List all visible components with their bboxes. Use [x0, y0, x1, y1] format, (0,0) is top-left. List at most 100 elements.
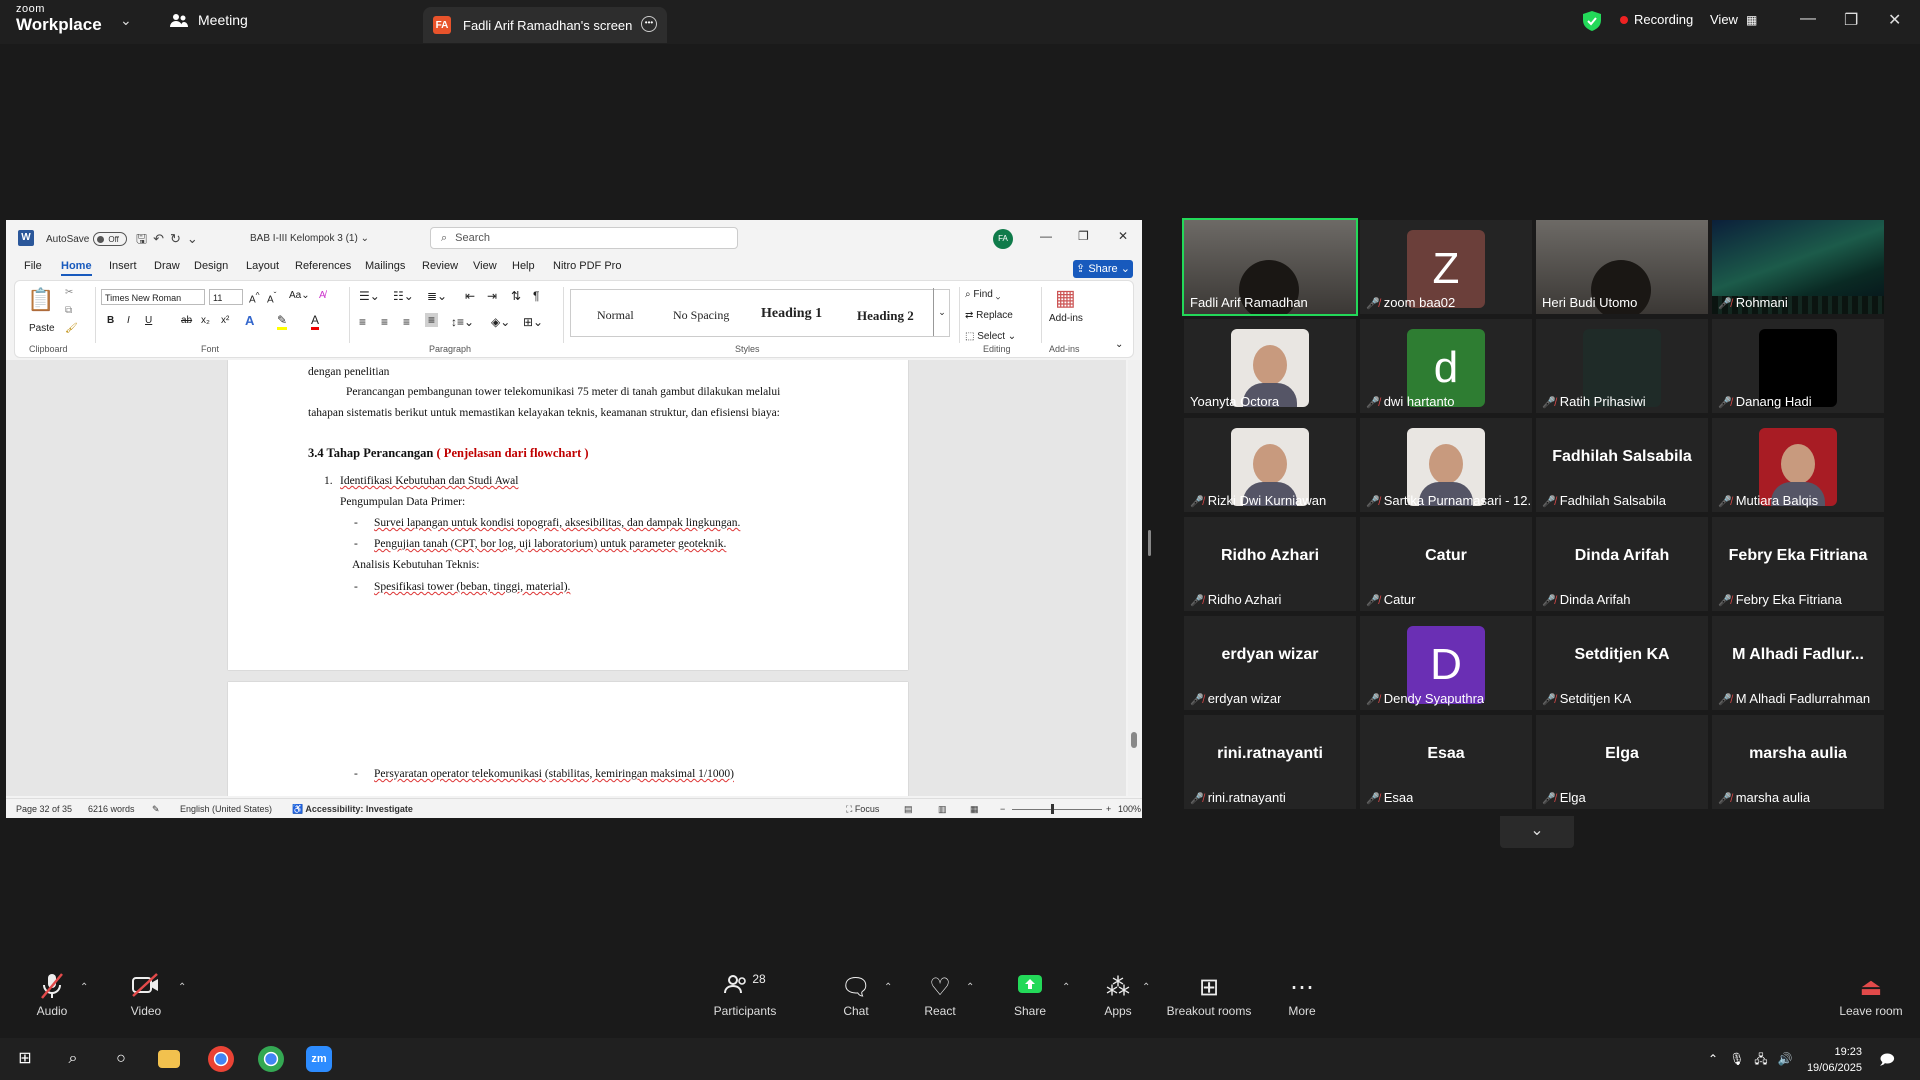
- tab-home[interactable]: Home: [61, 260, 92, 276]
- participant-tile[interactable]: rini.ratnayanti 🎤̸ rini.ratnayanti: [1184, 715, 1356, 809]
- participant-tile[interactable]: Fadhilah Salsabila 🎤̸ Fadhilah Salsabila: [1536, 418, 1708, 512]
- chat-button[interactable]: 🗨 Chat: [834, 972, 878, 1018]
- select-button[interactable]: ⬚ Select ⌄: [965, 331, 1016, 342]
- style-heading-1[interactable]: Heading 1: [761, 306, 822, 322]
- paste-icon[interactable]: 📋: [27, 287, 54, 313]
- save-icon[interactable]: 🖫: [136, 231, 153, 246]
- multilevel-list-icon[interactable]: ≣⌄: [427, 289, 447, 303]
- align-center-icon[interactable]: ≡: [381, 315, 388, 329]
- close-icon[interactable]: ✕: [1888, 10, 1901, 30]
- tab-design[interactable]: Design: [194, 260, 228, 272]
- autosave-switch[interactable]: Off: [93, 232, 128, 246]
- network-icon[interactable]: 🖧: [1748, 1046, 1774, 1072]
- search-icon[interactable]: ⌕: [60, 1046, 86, 1072]
- sort-icon[interactable]: ⇅: [511, 289, 521, 303]
- minimize-icon[interactable]: —: [1800, 10, 1816, 28]
- view-button[interactable]: View ▦: [1710, 12, 1757, 27]
- participant-tile[interactable]: Yoanyta Octora: [1184, 319, 1356, 413]
- autosave-toggle[interactable]: AutoSave Off: [46, 232, 128, 246]
- video-button[interactable]: Video: [124, 972, 168, 1018]
- system-clock[interactable]: 19:23 19/06/2025: [1807, 1044, 1862, 1076]
- style-normal[interactable]: Normal: [597, 308, 634, 323]
- document-page[interactable]: - Persyaratan operator telekomunikasi (s…: [228, 682, 908, 796]
- subscript-icon[interactable]: x₂: [201, 315, 210, 326]
- cut-icon[interactable]: ✂: [65, 287, 73, 298]
- chevron-down-icon[interactable]: ⌄: [120, 12, 132, 29]
- grow-font-icon[interactable]: A^: [249, 290, 260, 305]
- zoom-out-icon[interactable]: −: [1000, 804, 1005, 814]
- document-page[interactable]: dengan penelitian Perancangan pembanguna…: [228, 360, 908, 670]
- bold-icon[interactable]: B: [107, 315, 114, 326]
- copy-icon[interactable]: ⧉: [65, 305, 72, 316]
- document-title[interactable]: BAB I-III Kelompok 3 (1) ⌄: [250, 233, 369, 244]
- participant-tile[interactable]: marsha aulia 🎤̸ marsha aulia: [1712, 715, 1884, 809]
- tab-nitro[interactable]: Nitro PDF Pro: [553, 260, 621, 272]
- word-count[interactable]: 6216 words: [88, 804, 135, 814]
- leave-room-button[interactable]: ⏏ Leave room: [1836, 972, 1906, 1018]
- word-minimize-icon[interactable]: —: [1040, 229, 1052, 243]
- word-restore-icon[interactable]: ❐: [1078, 229, 1089, 243]
- paste-label[interactable]: Paste: [29, 323, 55, 334]
- word-share-button[interactable]: ⇪ Share ⌄: [1073, 260, 1133, 278]
- more-options-icon[interactable]: •••: [641, 16, 657, 32]
- font-name-select[interactable]: Times New Roman: [101, 289, 205, 305]
- participant-tile[interactable]: Fadli Arif Ramadhan: [1182, 218, 1358, 316]
- superscript-icon[interactable]: x²: [221, 315, 229, 326]
- volume-icon[interactable]: 🔊: [1772, 1046, 1798, 1072]
- participant-tile[interactable]: Heri Budi Utomo: [1536, 220, 1708, 314]
- more-button[interactable]: ⋯ More: [1280, 972, 1324, 1018]
- zoom-slider[interactable]: [1012, 809, 1102, 810]
- share-options-caret-icon[interactable]: ⌃: [1062, 982, 1070, 993]
- participant-tile[interactable]: 🎤̸ Ratih Prihasiwi: [1536, 319, 1708, 413]
- tab-insert[interactable]: Insert: [109, 260, 137, 272]
- participant-tile[interactable]: 🎤̸ Rizki Dwi Kurniawan: [1184, 418, 1356, 512]
- accessibility-status[interactable]: ♿ Accessibility: Investigate: [292, 804, 413, 815]
- breakout-rooms-button[interactable]: ⊞ Breakout rooms: [1162, 972, 1256, 1018]
- font-size-select[interactable]: 11: [209, 289, 243, 305]
- react-button[interactable]: ♡ React: [918, 972, 962, 1018]
- recording-indicator[interactable]: Recording: [1620, 12, 1693, 27]
- participant-tile[interactable]: Dinda Arifah 🎤̸ Dinda Arifah: [1536, 517, 1708, 611]
- participant-tile[interactable]: Setditjen KA 🎤̸ Setditjen KA: [1536, 616, 1708, 710]
- page-count[interactable]: Page 32 of 35: [16, 804, 72, 814]
- numbering-icon[interactable]: ☷⌄: [393, 289, 414, 303]
- font-color-icon[interactable]: A: [311, 313, 320, 330]
- participants-button[interactable]: 28 Participants: [710, 972, 780, 1018]
- collapse-ribbon-icon[interactable]: ⌄: [1115, 339, 1123, 350]
- undo-icon[interactable]: ↶: [153, 231, 170, 246]
- addins-button[interactable]: Add-ins: [1049, 313, 1083, 324]
- align-left-icon[interactable]: ≡: [359, 315, 366, 329]
- tab-help[interactable]: Help: [512, 260, 535, 272]
- video-options-caret-icon[interactable]: ⌃: [178, 982, 186, 993]
- redo-icon[interactable]: ↻: [170, 231, 187, 246]
- read-mode-icon[interactable]: ▤: [904, 804, 913, 815]
- participant-tile[interactable]: M Alhadi Fadlur... 🎤̸ M Alhadi Fadlurrahma…: [1712, 616, 1884, 710]
- participant-tile[interactable]: erdyan wizar 🎤̸ erdyan wizar: [1184, 616, 1356, 710]
- security-shield-icon[interactable]: [1583, 11, 1601, 31]
- chrome-icon[interactable]: [208, 1046, 234, 1072]
- split-divider[interactable]: [1148, 530, 1151, 556]
- participant-tile[interactable]: d 🎤̸ dwi hartanto: [1360, 319, 1532, 413]
- task-view-icon[interactable]: ○: [108, 1046, 134, 1072]
- participant-tile[interactable]: Z 🎤̸ zoom baa02: [1360, 220, 1532, 314]
- justify-icon[interactable]: ≡: [425, 313, 439, 327]
- zoom-level[interactable]: 100%: [1118, 804, 1141, 814]
- restore-icon[interactable]: ❐: [1844, 10, 1858, 30]
- audio-options-caret-icon[interactable]: ⌃: [80, 982, 88, 993]
- zoom-logo[interactable]: zoom Workplace: [16, 4, 102, 34]
- vertical-scrollbar[interactable]: [1128, 360, 1140, 796]
- chrome-profile-icon[interactable]: [258, 1046, 284, 1072]
- decrease-indent-icon[interactable]: ⇤: [465, 289, 475, 303]
- participant-tile[interactable]: Esaa 🎤̸ Esaa: [1360, 715, 1532, 809]
- meeting-button[interactable]: Meeting: [170, 12, 248, 28]
- gallery-collapse-chevron-icon[interactable]: ⌄: [1500, 816, 1574, 848]
- word-search-box[interactable]: ⌕ Search: [430, 227, 738, 249]
- tray-chevron-icon[interactable]: ⌃: [1700, 1046, 1726, 1072]
- strikethrough-icon[interactable]: ab: [181, 315, 192, 326]
- web-layout-icon[interactable]: ▦: [970, 804, 979, 815]
- participant-tile[interactable]: Elga 🎤̸ Elga: [1536, 715, 1708, 809]
- zoom-in-icon[interactable]: +: [1106, 804, 1111, 814]
- align-right-icon[interactable]: ≡: [403, 315, 410, 329]
- zoom-taskbar-icon[interactable]: zm: [306, 1046, 332, 1072]
- style-no-spacing[interactable]: No Spacing: [673, 308, 729, 323]
